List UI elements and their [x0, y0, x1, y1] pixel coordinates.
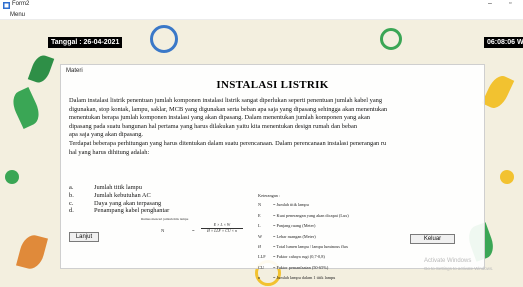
paragraph-line: dipasang pada suatu bangunan hal pertama…	[69, 122, 358, 130]
materi-text: Dalam instalasi listrik penentuan jumlah…	[69, 97, 482, 157]
legend-row: E = Kuat penerangan yang akan dicapai (Lu…	[258, 211, 349, 221]
list-item: a. Jumlah titik lampu	[69, 184, 169, 192]
list-marker: a.	[69, 184, 74, 191]
paragraph-line: apa saja yang akan dipasang.	[69, 131, 143, 139]
legend-symbol: E	[258, 212, 261, 218]
minimize-button[interactable]: –	[488, 0, 492, 7]
legend-row: n = Jumlah lampu dalam 1 titik lampu	[258, 273, 349, 283]
formula-numerator: E × L × W	[213, 223, 231, 227]
date-label: Tanggal : 26-04-2021	[48, 37, 123, 48]
paragraph-line: Dalam instalasi listrik penentuan jumlah…	[69, 97, 383, 104]
list-item: b. Jumlah kebutuhan AC	[69, 192, 169, 200]
time-label: 06:08:06 WIB	[484, 37, 523, 48]
legend-symbol: N	[258, 202, 262, 208]
formula-lhs: N	[161, 228, 165, 233]
legend-row: N = Jumlah titik lampu	[258, 200, 349, 210]
legend-desc: = Kuat penerangan yang akan dicapai (Lux…	[273, 212, 349, 218]
legend-row: Ø = Total lumen lampu / lampu luminous fl…	[258, 242, 349, 252]
list-text: Jumlah kebutuhan AC	[94, 191, 151, 199]
paragraph-line: menentukan berapa jumlah komponen instal…	[69, 114, 370, 122]
legend-desc: = Faktor cahaya rugi (0,7-0,8)	[273, 254, 325, 260]
legend-desc: = Total lumen lampu / lampu luminous flu…	[273, 244, 348, 250]
legend-desc: = Lebar ruangan (Meter)	[273, 233, 316, 239]
window-title: Form2	[12, 1, 30, 7]
decorative-leaf	[8, 87, 44, 129]
legend-symbol: LLF	[258, 254, 266, 260]
legend-symbol: W	[258, 233, 263, 239]
form-canvas: Tanggal : 26-04-2021 06:08:06 WIB Materi…	[0, 20, 523, 287]
formula-legend: Keterangan : N = Jumlah titik lampu E = Ku…	[258, 191, 349, 284]
legend-symbol: Ø	[258, 244, 262, 250]
list-text: Penampang kabel penghantar	[94, 207, 170, 215]
legend-symbol: CU	[258, 264, 264, 270]
decorative-leaf	[16, 232, 48, 272]
formula-fraction: E × L × W Ø × LLF × CU × n	[201, 223, 243, 233]
page-title: INSTALASI LISTRIK	[216, 79, 329, 91]
legend-row: LLF = Faktor cahaya rugi (0,7-0,8)	[258, 252, 349, 262]
formula-denominator: Ø × LLF × CU × n	[207, 228, 237, 233]
exit-button[interactable]: Keluar	[410, 234, 455, 244]
legend-desc: = Jumlah titik lampu	[273, 202, 309, 208]
list-item: d. Penampang kabel penghantar	[69, 207, 169, 215]
legend-symbol: L	[258, 223, 261, 229]
legend-desc: = Panjang ruang (Meter)	[273, 223, 316, 229]
calculation-list: a. Jumlah titik lampu b. Jumlah kebutuhan …	[69, 184, 169, 215]
list-text: Jumlah titik lampu	[94, 184, 142, 191]
list-marker: b.	[69, 191, 74, 199]
decorative-leaf	[27, 52, 55, 86]
list-marker: d.	[69, 207, 74, 215]
legend-row: CU = Faktor pemanfaatan (50-65%)	[258, 263, 349, 273]
legend-row: W = Lebar ruangan (Meter)	[258, 232, 349, 242]
list-item: c. Daya yang akan terpasang	[69, 200, 169, 208]
legend-desc: = Jumlah lampu dalam 1 titik lampu	[273, 275, 336, 281]
menu-item-menu[interactable]: Menu	[10, 12, 25, 18]
paragraph-line: Terdapat beberapa perhitungan yang harus…	[69, 139, 387, 147]
legend-symbol: n	[258, 275, 261, 281]
legend-row: L = Panjang ruang (Meter)	[258, 221, 349, 231]
decorative-leaf	[481, 72, 515, 112]
formula-caption: Rumus mencari jumlah titik lampu	[141, 217, 189, 221]
decorative-ring	[150, 25, 178, 53]
legend-desc: = Faktor pemanfaatan (50-65%)	[273, 264, 329, 270]
decorative-ring	[380, 28, 402, 50]
menu-bar: Menu	[0, 11, 523, 20]
paragraph-line: hal yang harus dihitung adalah:	[69, 148, 150, 156]
decorative-ring	[500, 170, 514, 184]
activation-watermark: Activate Windows Go to Settings to activ…	[424, 258, 493, 272]
watermark-title: Activate Windows	[424, 258, 472, 264]
watermark-subtitle: Go to Settings to activate Windows.	[424, 266, 494, 271]
app-icon	[3, 2, 10, 9]
list-text: Daya yang akan terpasang	[94, 199, 162, 207]
list-marker: c.	[69, 199, 74, 207]
paragraph-line: digunakan, stop kontak, lampu, saklar, M…	[69, 105, 388, 113]
formula-equals: =	[192, 228, 195, 233]
decorative-ring	[5, 170, 19, 184]
section-label: Materi	[66, 68, 83, 74]
restore-button[interactable]: ▫	[509, 0, 511, 7]
window-titlebar: Form2 – ▫	[0, 0, 523, 11]
next-button[interactable]: Lanjut	[69, 232, 99, 242]
